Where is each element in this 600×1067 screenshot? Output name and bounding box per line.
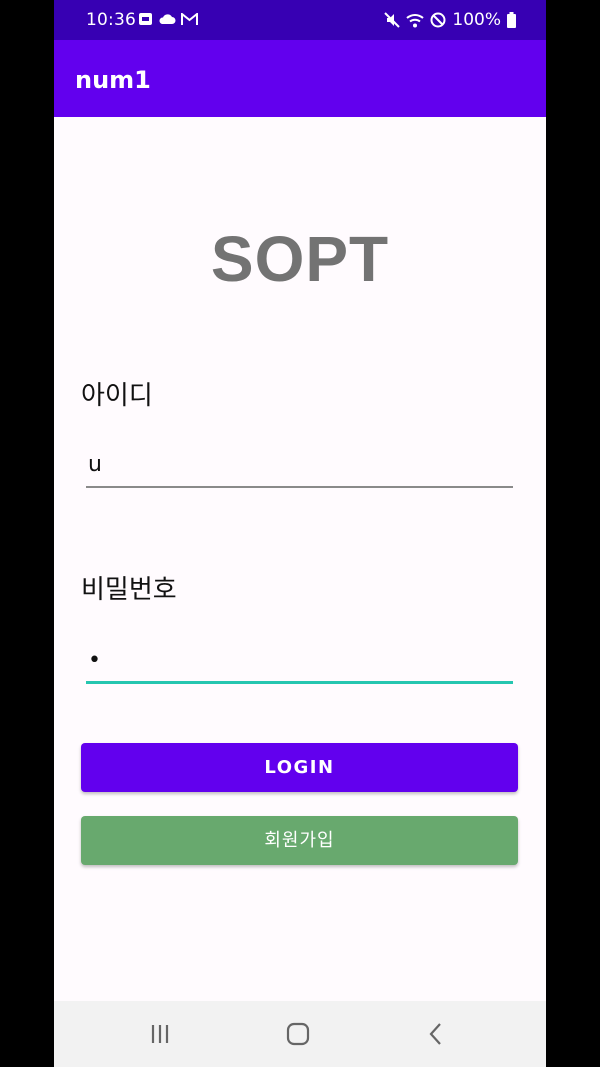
do-not-disturb-icon (430, 12, 446, 28)
app-bar: num1 (54, 40, 546, 117)
app-title: num1 (75, 66, 151, 94)
password-input[interactable]: • (86, 644, 513, 684)
wifi-icon (406, 13, 425, 27)
battery-percent: 100% (452, 10, 501, 30)
phone-screen: 10:36 100% num1 SOPT 아이디 u 비밀번호 • LOGIN … (54, 0, 546, 1067)
cloud-icon (159, 14, 176, 24)
id-input-underline (86, 486, 513, 488)
recent-apps-icon[interactable] (140, 1019, 180, 1049)
status-time: 10:36 (86, 10, 136, 30)
gmail-icon (181, 12, 198, 25)
password-label: 비밀번호 (81, 575, 177, 605)
signup-button[interactable]: 회원가입 (81, 816, 518, 865)
id-input[interactable]: u (86, 448, 513, 488)
id-input-value: u (88, 452, 102, 477)
password-input-underline (86, 681, 513, 684)
password-input-value: • (88, 648, 101, 673)
mute-icon (384, 12, 401, 28)
battery-icon (507, 12, 516, 28)
back-icon[interactable] (416, 1019, 456, 1049)
status-notification-icons (138, 12, 198, 26)
status-system-icons: 100% (384, 10, 516, 30)
id-label: 아이디 (81, 381, 153, 411)
login-button[interactable]: LOGIN (81, 743, 518, 792)
navigation-bar (54, 1001, 546, 1067)
message-icon (139, 13, 152, 25)
home-icon[interactable] (278, 1019, 318, 1049)
status-bar: 10:36 100% (54, 0, 546, 40)
logo-text: SOPT (210, 223, 390, 295)
